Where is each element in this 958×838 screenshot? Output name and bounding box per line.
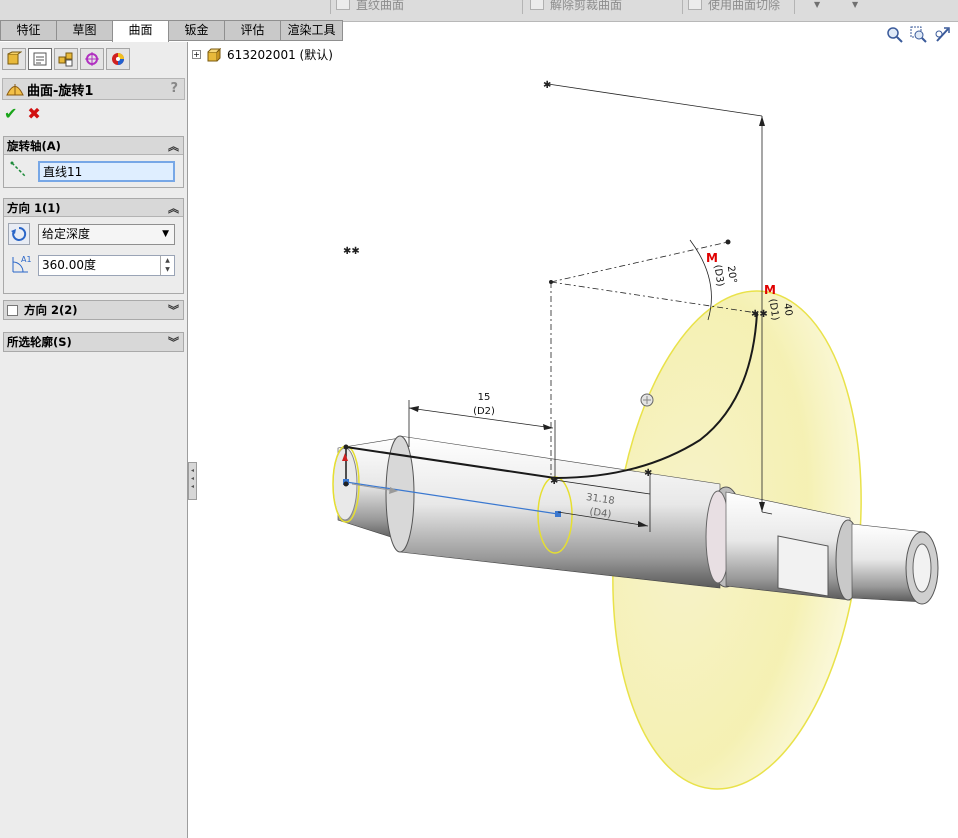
axis-group-header[interactable]: 旋转轴(A) ︽: [4, 137, 183, 155]
collapse-chevron-icon[interactable]: ︽: [168, 138, 179, 154]
direction1-group-header[interactable]: 方向 1(1) ︽: [4, 199, 183, 217]
dimxpert-tab[interactable]: [80, 48, 104, 70]
tab-sketch[interactable]: 草图: [56, 20, 113, 41]
cut-with-surface-icon: [688, 0, 702, 10]
dimension-d2-name[interactable]: (D2): [473, 406, 495, 417]
toolbar-dropdown-1[interactable]: ▼: [814, 0, 820, 9]
dimension-d2-value[interactable]: 15: [478, 392, 491, 403]
tab-surfaces[interactable]: 曲面: [112, 20, 169, 42]
angle-icon: A1: [10, 254, 32, 276]
svg-text:✱: ✱: [543, 80, 551, 91]
svg-text:✱: ✱: [550, 476, 558, 487]
svg-text:✱✱: ✱✱: [343, 246, 360, 257]
end-condition-select[interactable]: 给定深度 ▼: [38, 224, 175, 245]
axis-line-icon: [10, 161, 28, 182]
configuration-icon: [58, 52, 73, 67]
cut-with-surface-button[interactable]: 使用曲面切除: [688, 0, 780, 12]
dimension-d3-value[interactable]: 20°: [725, 265, 738, 284]
rotate-cursor-icon: [640, 393, 654, 407]
driving-dimension-marker: M: [706, 251, 718, 265]
svg-text:✱: ✱: [644, 468, 652, 479]
property-manager-panel: 曲面-旋转1 ? ✔ ✖ 旋转轴(A) ︽ 直线11 方向 1(1) ︽ 给定深…: [0, 42, 188, 838]
contours-group-header[interactable]: 所选轮廓(S) ︾: [4, 333, 183, 351]
property-manager-icon: [33, 52, 47, 66]
graphics-viewport[interactable]: ✱ ✱✱ ✱ ✱ ✱✱ 15 (D2) 31.18 (D4) 20° (D3) …: [190, 22, 958, 838]
display-manager-tab[interactable]: [106, 48, 130, 70]
cancel-button[interactable]: ✖: [27, 104, 40, 124]
toolbar-dropdown-2[interactable]: ▼: [852, 0, 858, 9]
direction2-checkbox[interactable]: [7, 304, 18, 316]
selected-contours-group: 所选轮廓(S) ︾: [3, 332, 184, 352]
top-toolbar: 直纹曲面 解除剪裁曲面 使用曲面切除 ▼ ▼: [0, 0, 958, 22]
direction1-group: 方向 1(1) ︽ 给定深度 ▼ A1 360.00度 ▲ ▼: [3, 198, 184, 294]
axis-selection-field[interactable]: 直线11: [38, 161, 175, 182]
expand-chevron-icon[interactable]: ︾: [168, 334, 179, 350]
reverse-direction-button[interactable]: [8, 223, 30, 245]
direction2-group-header[interactable]: 方向 2(2) ︾: [4, 301, 183, 319]
revolve-angle-input[interactable]: 360.00度 ▲ ▼: [38, 255, 175, 276]
revolve-surface-icon: [6, 84, 24, 96]
ruled-surface-button[interactable]: 直纹曲面: [336, 0, 404, 12]
chevron-down-icon: ▼: [162, 229, 169, 239]
appearance-icon: [112, 53, 124, 65]
axis-of-revolution-group: 旋转轴(A) ︽ 直线11: [3, 136, 184, 188]
tab-features[interactable]: 特征: [0, 20, 57, 41]
dimension-d1-value[interactable]: 40: [781, 303, 794, 317]
svg-text:✱✱: ✱✱: [751, 309, 768, 320]
expand-chevron-icon[interactable]: ︾: [168, 302, 179, 318]
help-icon[interactable]: ?: [170, 81, 178, 96]
axis-endpoint[interactable]: [555, 511, 561, 517]
feature-tree-icon: [7, 51, 22, 65]
direction2-group: 方向 2(2) ︾: [3, 300, 184, 320]
configuration-manager-tab[interactable]: [54, 48, 78, 70]
angle-spinner[interactable]: ▲ ▼: [160, 256, 174, 275]
collapse-chevron-icon[interactable]: ︽: [168, 200, 179, 216]
ok-button[interactable]: ✔: [4, 104, 17, 124]
reverse-direction-icon: [11, 226, 27, 241]
ruled-surface-icon: [336, 0, 350, 10]
property-manager-title: 曲面-旋转1 ?: [2, 78, 185, 100]
dimxpert-icon: [85, 52, 99, 66]
untrim-surface-button[interactable]: 解除剪裁曲面: [530, 0, 622, 12]
feature-manager-tab[interactable]: [2, 48, 26, 70]
untrim-surface-icon: [530, 0, 544, 10]
property-manager-tab[interactable]: [28, 48, 52, 70]
dimension-d3-name[interactable]: (D3): [712, 264, 726, 287]
driving-dimension-marker: M: [764, 283, 776, 297]
